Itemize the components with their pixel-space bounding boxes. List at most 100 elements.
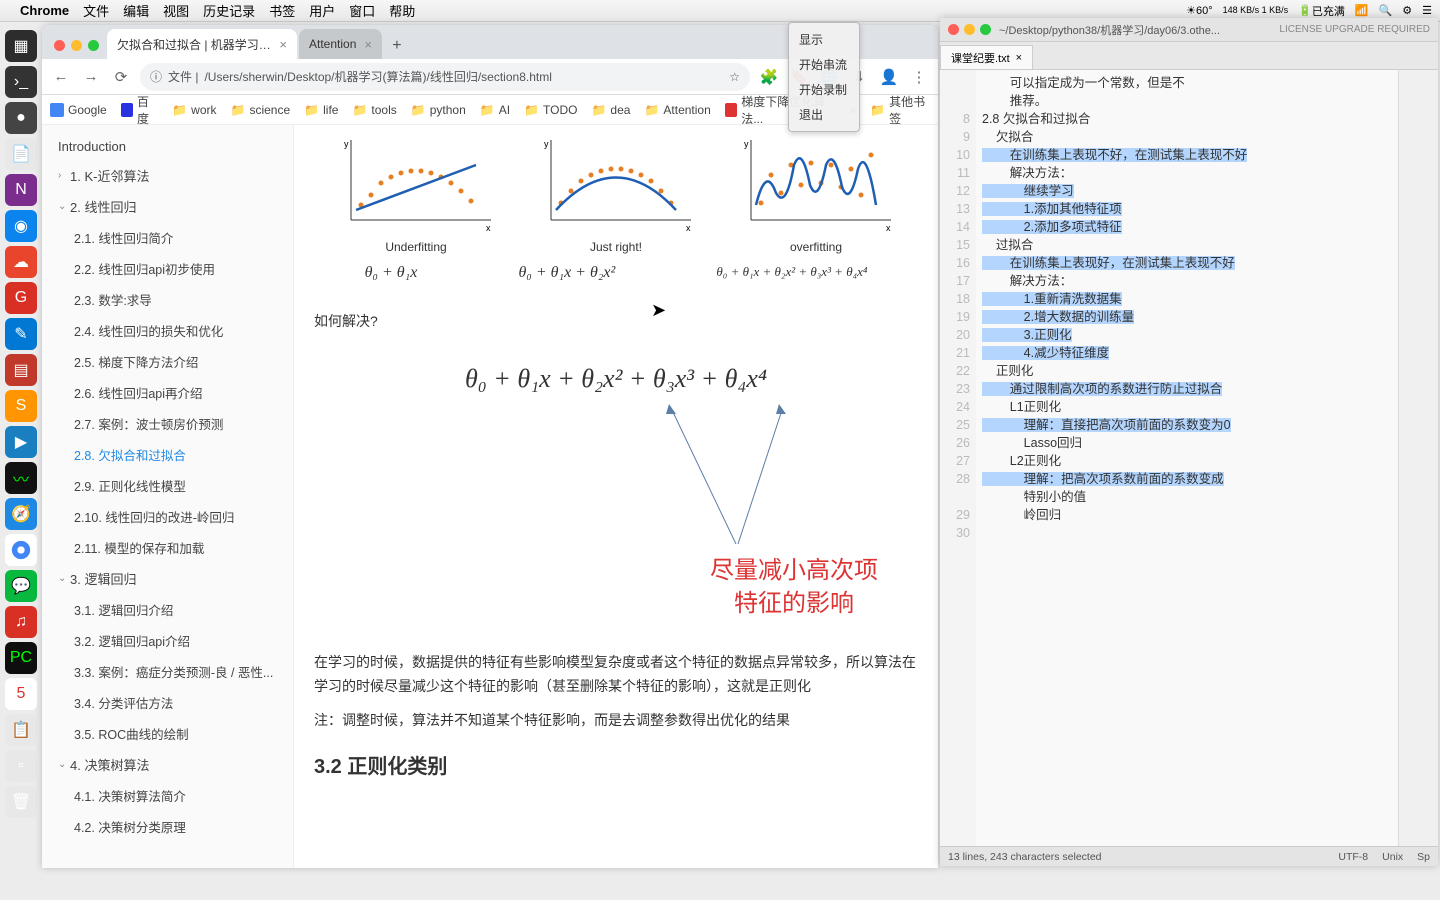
menu-user[interactable]: 用户 [309,1,335,20]
back-button[interactable]: ← [50,66,72,88]
editor-area[interactable]: 8910111213141516171819202122232425262728… [940,70,1438,846]
toc-item[interactable]: 2.3. 数学:求导 [42,284,293,315]
menu-history[interactable]: 历史记录 [203,1,255,20]
dd-stream[interactable]: 开始串流 [789,52,859,77]
info-icon[interactable]: ⓘ [150,68,162,85]
max-icon[interactable] [980,24,991,35]
reload-button[interactable]: ⟳ [110,66,132,88]
calendar-icon[interactable]: 5 [5,678,37,710]
onenote-icon[interactable]: N [5,174,37,206]
app-name[interactable]: Chrome [20,3,69,18]
tab-close-icon[interactable]: × [364,37,372,52]
main-content[interactable]: yx Underfitting yx Just right! yx overfi… [294,125,938,868]
toc-item[interactable]: 4.1. 决策树算法简介 [42,780,293,811]
bookmark[interactable]: 📁work [172,103,216,117]
close-icon[interactable] [54,40,65,51]
sublime-icon[interactable]: S [5,390,37,422]
bookmark[interactable]: 百度 [121,93,159,127]
toc-group[interactable]: ⌄ 2. 线性回归 [42,191,293,222]
bookmark[interactable]: Google [50,103,107,117]
star-icon[interactable]: ☆ [729,70,740,84]
toc-item[interactable]: 4.2. 决策树分类原理 [42,811,293,842]
forward-button[interactable]: → [80,66,102,88]
toc-item[interactable]: 2.2. 线性回归api初步使用 [42,253,293,284]
tab-close-icon[interactable]: × [279,37,287,52]
toc-item[interactable]: 2.4. 线性回归的损失和优化 [42,315,293,346]
encoding[interactable]: UTF-8 [1338,851,1368,863]
ext-icon[interactable]: 🧩 [758,66,780,88]
code-area[interactable]: 可以指定成为一个常数，但是不 推荐。2.8 欠拟合和过拟合 欠拟合 在训练集上表… [976,70,1398,846]
bookmark[interactable]: 📁TODO [524,103,577,117]
wifi-icon[interactable]: 📶 [1355,4,1369,17]
app-icon-3[interactable]: G [5,282,37,314]
toc-item[interactable]: 2.11. 模型的保存和加载 [42,532,293,563]
tab-inactive[interactable]: Attention × [299,29,382,59]
url-field[interactable]: ⓘ 文件 | /Users/sherwin/Desktop/机器学习(算法篇)/… [140,63,750,91]
menu-edit[interactable]: 编辑 [123,1,149,20]
toc-group[interactable]: ⌄ 3. 逻辑回归 [42,563,293,594]
toc-item[interactable]: 2.8. 欠拟合和过拟合 [42,439,293,470]
toc-item[interactable]: 3.4. 分类评估方法 [42,687,293,718]
min-icon[interactable] [71,40,82,51]
app-icon-6[interactable]: 📋 [5,714,37,746]
sublime-tab[interactable]: 课堂纪要.txt× [940,45,1033,69]
line-ending[interactable]: Unix [1382,851,1403,863]
pycharm-icon[interactable]: PC [5,642,37,674]
bookmark[interactable]: 📁AI [480,103,510,117]
app-icon-4[interactable]: ✎ [5,318,37,350]
textedit-icon[interactable]: 📄 [5,138,37,170]
wechat-icon[interactable]: 💬 [5,570,37,602]
toc-item[interactable]: 2.9. 正则化线性模型 [42,470,293,501]
app-icon[interactable]: ◉ [5,210,37,242]
avatar-icon[interactable]: 👤 [878,66,900,88]
minimap[interactable] [1398,70,1438,846]
toc-intro[interactable]: Introduction [42,133,293,160]
max-icon[interactable] [88,40,99,51]
app-icon-5[interactable]: ▤ [5,354,37,386]
menu-window[interactable]: 窗口 [349,1,375,20]
trash-icon[interactable]: 🗑 [5,786,37,818]
netease-icon[interactable]: ♫ [5,606,37,638]
finder-icon[interactable]: ▦ [5,30,37,62]
terminal-icon[interactable]: ›_ [5,66,37,98]
app-icon-7[interactable]: ▫ [5,750,37,782]
toc-group[interactable]: › 1. K-近邻算法 [42,160,293,191]
dd-record[interactable]: 开始录制 [789,77,859,102]
toc-item[interactable]: 2.5. 梯度下降方法介绍 [42,346,293,377]
bookmark[interactable]: 📁python [411,103,466,117]
control-center-icon[interactable]: ⚙ [1402,4,1412,17]
toc-item[interactable]: 2.10. 线性回归的改进-岭回归 [42,501,293,532]
toc-item[interactable]: 3.2. 逻辑回归api介绍 [42,625,293,656]
close-icon[interactable] [948,24,959,35]
menu-file[interactable]: 文件 [83,1,109,20]
toc-item[interactable]: 2.7. 案例：波士顿房价预测 [42,408,293,439]
dd-show[interactable]: 显示 [789,27,859,52]
tab-close-icon[interactable]: × [1016,52,1022,64]
chrome-icon[interactable] [5,534,37,566]
player-icon[interactable]: ▶ [5,426,37,458]
menu-icon[interactable]: ⋮ [908,66,930,88]
min-icon[interactable] [964,24,975,35]
menu-help[interactable]: 帮助 [389,1,415,20]
search-icon[interactable]: 🔍 [1379,4,1393,17]
dd-quit[interactable]: 退出 [789,102,859,127]
tab-active[interactable]: 欠拟合和过拟合 | 机器学习算法 × [107,29,297,59]
toc-item[interactable]: 2.6. 线性回归api再介绍 [42,377,293,408]
activity-icon[interactable]: 〰 [5,462,37,494]
other-bookmarks[interactable]: 📁其他书签 [870,93,930,127]
menu-bookmarks[interactable]: 书签 [269,1,295,20]
bookmark[interactable]: 📁science [231,103,291,117]
menu-view[interactable]: 视图 [163,1,189,20]
obs-icon[interactable]: ● [5,102,37,134]
new-tab-button[interactable]: + [384,33,410,59]
toc-sidebar[interactable]: Introduction › 1. K-近邻算法⌄ 2. 线性回归2.1. 线性… [42,125,294,868]
toc-item[interactable]: 3.3. 案例：癌症分类预测-良 / 恶性... [42,656,293,687]
bookmark[interactable]: 📁life [304,103,338,117]
bookmark[interactable]: 📁tools [352,103,396,117]
obs-dropdown[interactable]: 显示 开始串流 开始录制 退出 [788,22,860,132]
toc-group[interactable]: ⌄ 4. 决策树算法 [42,749,293,780]
menu-icon[interactable]: ☰ [1422,4,1432,17]
safari-icon[interactable]: 🧭 [5,498,37,530]
bookmark[interactable]: 📁Attention [644,103,710,117]
bookmark[interactable]: 📁dea [591,103,630,117]
